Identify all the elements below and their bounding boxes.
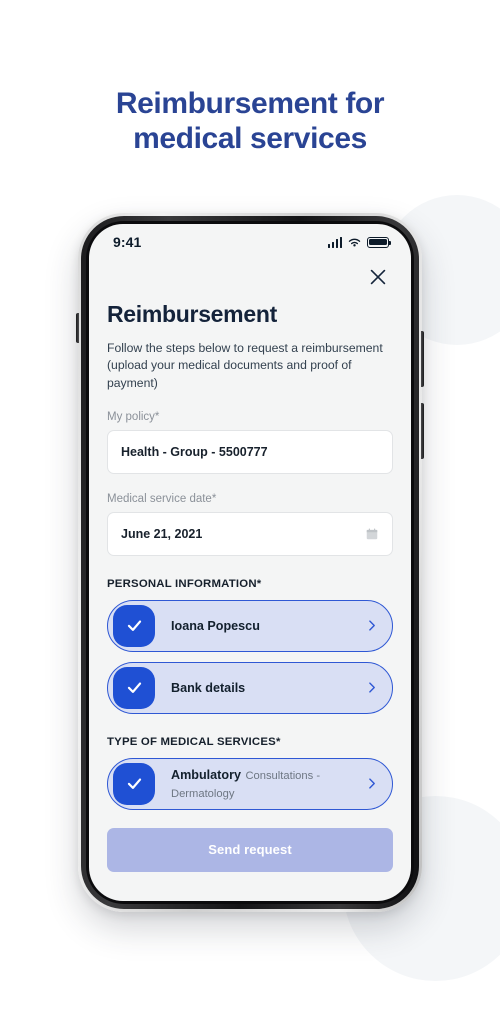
check-badge <box>113 762 155 805</box>
status-bar: 9:41 <box>89 224 411 254</box>
signal-bars-icon <box>327 236 342 248</box>
service-date-field[interactable]: June 21, 2021 <box>107 511 393 556</box>
page-title: Reimbursement for medical services <box>0 86 500 157</box>
option-row-ambulatory[interactable]: Ambulatory Consultations - Dermatology <box>107 757 393 810</box>
status-bar-time: 9:41 <box>113 234 142 250</box>
phone-silent-switch[interactable] <box>76 313 79 343</box>
page-title-line-2: medical services <box>133 122 367 156</box>
option-title: Bank details <box>171 680 246 695</box>
close-icon[interactable] <box>367 266 389 288</box>
option-text: Ambulatory Consultations - Dermatology <box>155 766 365 802</box>
close-button-row <box>107 254 393 288</box>
screen-title: Reimbursement <box>107 301 277 327</box>
screen-description: Follow the steps below to request a reim… <box>107 341 383 390</box>
phone-volume-button[interactable] <box>421 331 424 387</box>
check-icon <box>127 778 141 790</box>
check-icon <box>127 682 141 694</box>
policy-select-field[interactable]: Health - Group - 5500777 <box>107 429 393 474</box>
calendar-icon[interactable] <box>365 527 379 541</box>
service-date-field-value: June 21, 2021 <box>121 526 203 541</box>
chevron-right-icon[interactable] <box>365 619 378 632</box>
battery-full-icon <box>367 236 392 248</box>
section-title-personal-information: PERSONAL INFORMATION* <box>107 577 262 590</box>
option-text: Ioana Popescu <box>155 617 365 635</box>
option-text: Bank details <box>155 679 365 697</box>
chevron-right-icon[interactable] <box>365 777 378 790</box>
option-row-ioana-popescu[interactable]: Ioana Popescu <box>107 599 393 652</box>
status-bar-icons <box>327 236 392 248</box>
option-title: Ambulatory <box>171 767 241 782</box>
option-row-bank-details[interactable]: Bank details <box>107 661 393 714</box>
wifi-icon <box>348 238 361 247</box>
section-title-type-of-medical-services: TYPE OF MEDICAL SERVICES* <box>107 735 281 748</box>
option-title: Ioana Popescu <box>171 618 260 633</box>
send-request-button[interactable]: Send request <box>107 827 393 872</box>
policy-field-label: My policy* <box>107 410 160 423</box>
app-content: Reimbursement Follow the steps below to … <box>89 254 411 872</box>
service-date-field-label: Medical service date* <box>107 492 217 505</box>
check-badge <box>113 666 155 709</box>
check-icon <box>127 620 141 632</box>
chevron-right-icon[interactable] <box>365 681 378 694</box>
page-title-line-1: Reimbursement for <box>115 87 385 120</box>
page-root: Reimbursement for medical services 9:41 <box>0 0 500 1023</box>
phone-mockup: 9:41 Reimbursement Follow the steps belo… <box>76 213 424 912</box>
policy-field-value: Health - Group - 5500777 <box>121 444 268 459</box>
phone-power-button[interactable] <box>421 403 424 459</box>
check-badge <box>113 604 155 647</box>
phone-screen: 9:41 Reimbursement Follow the steps belo… <box>89 224 411 901</box>
